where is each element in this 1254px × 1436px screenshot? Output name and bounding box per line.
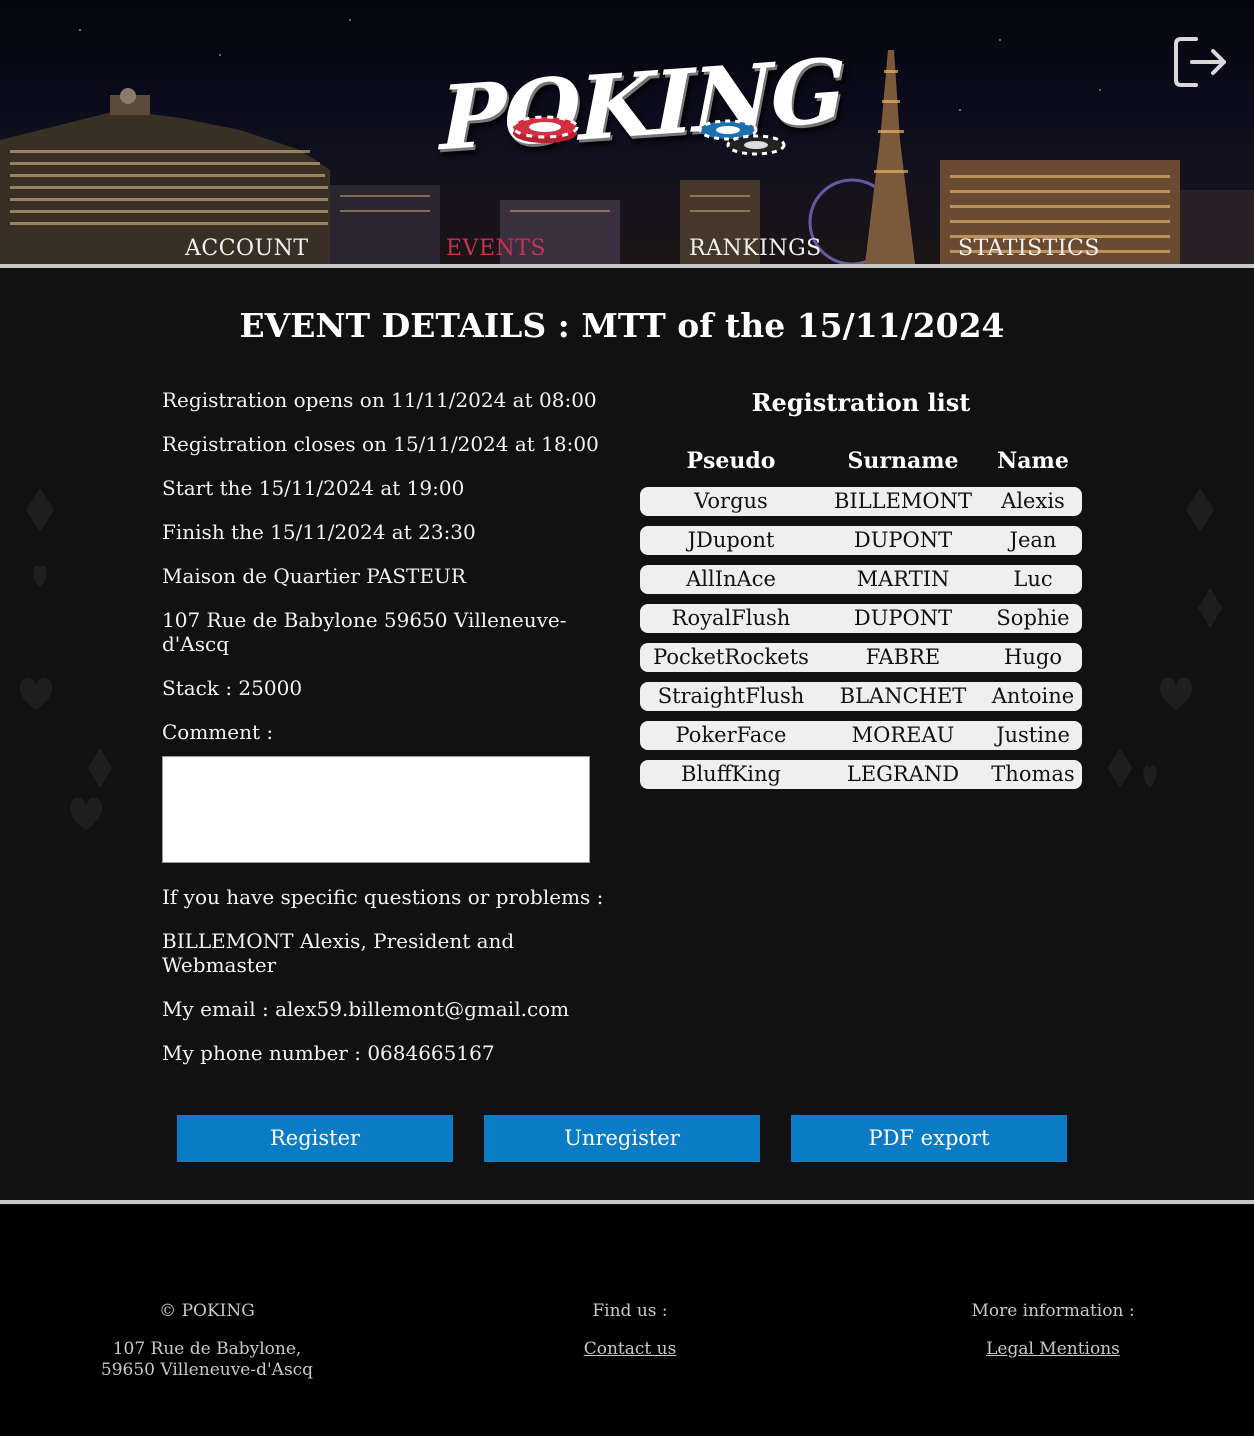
cell-name: Alexis: [1001, 489, 1065, 513]
cell-pseudo: AllInAce: [686, 567, 776, 591]
cell-pseudo: StraightFlush: [657, 684, 805, 708]
table-row: JDupont DUPONT Jean: [640, 526, 1082, 555]
header-pseudo: Pseudo: [686, 448, 776, 474]
footer-more-info-column: More information : Legal Mentions: [903, 1301, 1203, 1360]
site-header: POKING ACCOUNT EVENTS RANKINGS STATISTIC…: [0, 0, 1254, 264]
event-venue: Maison de Quartier PASTEUR: [162, 564, 466, 588]
table-row: StraightFlush BLANCHET Antoine: [640, 682, 1082, 711]
cell-surname: MOREAU: [851, 723, 955, 747]
cell-pseudo: Vorgus: [694, 489, 768, 513]
main-nav: ACCOUNT EVENTS RANKINGS STATISTICS: [0, 230, 1254, 264]
cell-name: Justine: [996, 723, 1070, 747]
table-row: AllInAce MARTIN Luc: [640, 565, 1082, 594]
page-title: EVENT DETAILS : MTT of the 15/11/2024: [239, 306, 1005, 345]
contact-us-link[interactable]: Contact us: [584, 1339, 677, 1359]
cell-name: Luc: [1013, 567, 1053, 591]
header-name: Name: [997, 448, 1069, 474]
cell-pseudo: JDupont: [687, 528, 775, 552]
cell-name: Thomas: [991, 762, 1075, 786]
poking-logo: POKING: [440, 38, 844, 170]
registration-closes: Registration closes on 15/11/2024 at 18:…: [162, 432, 599, 456]
cell-name: Antoine: [991, 684, 1075, 708]
cell-surname: BILLEMONT: [833, 489, 973, 513]
footer-address: 107 Rue de Babylone, 59650 Villeneuve-d'…: [57, 1339, 357, 1381]
table-row: PokerFace MOREAU Justine: [640, 721, 1082, 750]
contact-name: BILLEMONT Alexis, President and Webmaste…: [162, 929, 515, 977]
pdf-export-button[interactable]: PDF export: [791, 1115, 1067, 1162]
cell-surname: DUPONT: [853, 528, 953, 552]
cell-surname: LEGRAND: [846, 762, 960, 786]
cell-pseudo: PokerFace: [675, 723, 787, 747]
questions-text: If you have specific questions or proble…: [162, 885, 604, 909]
blue-black-chips-icon: [698, 119, 786, 156]
logout-icon[interactable]: [1172, 34, 1228, 90]
cell-name: Sophie: [996, 606, 1070, 630]
table-row: PocketRockets FABRE Hugo: [640, 643, 1082, 672]
nav-rankings[interactable]: RANKINGS: [689, 236, 822, 261]
footer-find-us-column: Find us : Contact us: [480, 1301, 780, 1360]
table-row: BluffKing LEGRAND Thomas: [640, 760, 1082, 789]
event-address: 107 Rue de Babylone 59650 Villeneuve-d'A…: [162, 608, 567, 656]
cell-pseudo: PocketRockets: [653, 645, 809, 669]
event-stack: Stack : 25000: [162, 676, 303, 700]
nav-statistics[interactable]: STATISTICS: [958, 236, 1100, 261]
event-start: Start the 15/11/2024 at 19:00: [162, 476, 465, 500]
legal-mentions-link[interactable]: Legal Mentions: [986, 1339, 1120, 1359]
footer-copyright: © POKING: [159, 1301, 255, 1321]
event-details-section: EVENT DETAILS : MTT of the 15/11/2024 Re…: [0, 268, 1254, 1200]
header-surname: Surname: [847, 448, 959, 474]
site-footer: © POKING 107 Rue de Babylone, 59650 Vill…: [0, 1205, 1254, 1436]
nav-account[interactable]: ACCOUNT: [185, 236, 309, 261]
footer-address-line1: 107 Rue de Babylone,: [112, 1339, 302, 1359]
register-button[interactable]: Register: [177, 1115, 453, 1162]
contact-email: My email : alex59.billemont@gmail.com: [162, 997, 570, 1021]
table-row: Vorgus BILLEMONT Alexis: [640, 487, 1082, 516]
nav-events[interactable]: EVENTS: [446, 236, 546, 261]
footer-address-line2: 59650 Villeneuve-d'Ascq: [100, 1360, 314, 1380]
cell-surname: MARTIN: [856, 567, 950, 591]
registration-opens: Registration opens on 11/11/2024 at 08:0…: [162, 388, 597, 412]
cell-pseudo: BluffKing: [681, 762, 781, 786]
red-chips-icon: [511, 115, 579, 143]
footer-divider: [0, 1200, 1254, 1204]
cell-surname: DUPONT: [853, 606, 953, 630]
event-finish: Finish the 15/11/2024 at 23:30: [162, 520, 476, 544]
cell-surname: BLANCHET: [839, 684, 967, 708]
table-row: RoyalFlush DUPONT Sophie: [640, 604, 1082, 633]
comment-label: Comment :: [162, 720, 274, 744]
registration-table-header: Pseudo Surname Name: [640, 448, 1082, 476]
comment-field[interactable]: [162, 756, 590, 863]
footer-find-us: Find us :: [592, 1301, 668, 1321]
cell-name: Jean: [1009, 528, 1057, 552]
event-info: Registration opens on 11/11/2024 at 08:0…: [162, 388, 612, 1085]
footer-more-info: More information :: [971, 1301, 1135, 1321]
registration-list-title: Registration list: [751, 388, 971, 417]
cell-name: Hugo: [1004, 645, 1062, 669]
unregister-button[interactable]: Unregister: [484, 1115, 760, 1162]
contact-phone: My phone number : 0684665167: [162, 1041, 495, 1065]
footer-copyright-column: © POKING 107 Rue de Babylone, 59650 Vill…: [57, 1301, 357, 1381]
cell-surname: FABRE: [865, 645, 941, 669]
cell-pseudo: RoyalFlush: [671, 606, 791, 630]
